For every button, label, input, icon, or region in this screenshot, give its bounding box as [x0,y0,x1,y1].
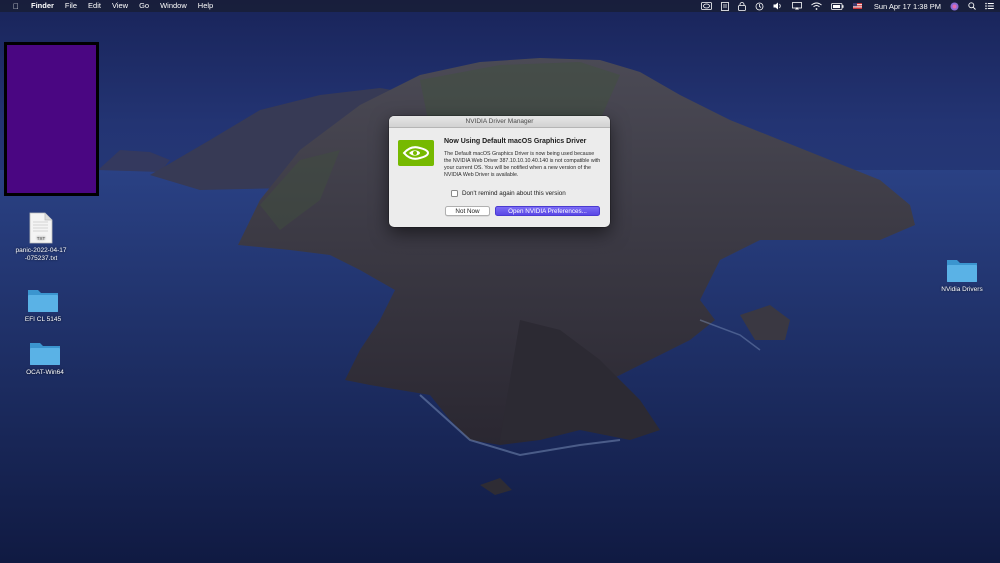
nvidia-status-icon[interactable] [700,0,712,12]
menu-window[interactable]: Window [160,0,187,12]
txt-badge: TXT [37,236,46,241]
desktop-wallpaper [0,0,1000,563]
text-file-icon: TXT [29,212,53,244]
us-flag-input-icon[interactable] [852,0,862,12]
folder-icon [28,290,58,312]
menu-bar:  Finder File Edit View Go Window Help [0,0,1000,12]
nvidia-driver-manager-dialog: NVIDIA Driver Manager Now Using Default … [389,116,610,227]
airplay-icon[interactable] [791,0,802,12]
lock-status-icon[interactable] [737,0,746,12]
dialog-title: NVIDIA Driver Manager [389,116,610,128]
siri-icon[interactable] [950,0,959,12]
desktop-icon-label: NVidia Drivers [941,286,983,293]
dont-remind-checkbox-row[interactable]: Don't remind again about this version [451,190,566,197]
nvidia-logo-icon [398,140,434,166]
menu-clock[interactable]: Sun Apr 17 1:38 PM [874,2,941,11]
menu-view[interactable]: View [112,0,128,12]
desktop-icon-label: EFI CL 5145 [24,316,62,323]
dont-remind-label: Don't remind again about this version [462,190,566,197]
volume-icon[interactable] [773,0,783,12]
sync-status-icon[interactable] [755,0,764,12]
desktop-icon-nvidia-drivers[interactable]: NVidia Drivers [922,257,1000,294]
wifi-icon[interactable] [811,0,822,12]
desktop-icon-label: panic-2022-04-17 [15,247,67,254]
desktop-icon-ocat-win64[interactable]: OCAT-Win64 [5,340,85,377]
menu-go[interactable]: Go [139,0,149,12]
purple-window[interactable] [4,42,99,196]
desktop-icon-panic-log[interactable]: TXT panic-2022-04-17 -075237.txt [1,212,81,263]
folder-icon [947,260,977,282]
desktop-icon-label-line2: -075237.txt [24,255,58,262]
dialog-message: The Default macOS Graphics Driver is now… [444,151,601,178]
notification-center-icon[interactable] [985,0,994,12]
dont-remind-checkbox[interactable] [451,190,458,197]
spotlight-search-icon[interactable] [968,0,976,12]
not-now-button[interactable]: Not Now [445,206,490,216]
apple-menu-icon[interactable]:  [10,2,22,11]
status-area: Sun Apr 17 1:38 PM [692,0,994,12]
open-nvidia-preferences-button[interactable]: Open NVIDIA Preferences... [495,206,600,216]
menu-file[interactable]: File [65,0,77,12]
menu-app-finder[interactable]: Finder [31,0,54,12]
menu-help[interactable]: Help [198,0,213,12]
dialog-heading: Now Using Default macOS Graphics Driver [444,138,587,145]
desktop-icon-label: OCAT-Win64 [26,369,64,376]
folder-icon [30,343,60,365]
battery-icon[interactable] [830,0,844,12]
menu-edit[interactable]: Edit [88,0,101,12]
document-status-icon[interactable] [720,0,729,12]
desktop-icon-efi-cl-5145[interactable]: EFI CL 5145 [3,287,83,324]
